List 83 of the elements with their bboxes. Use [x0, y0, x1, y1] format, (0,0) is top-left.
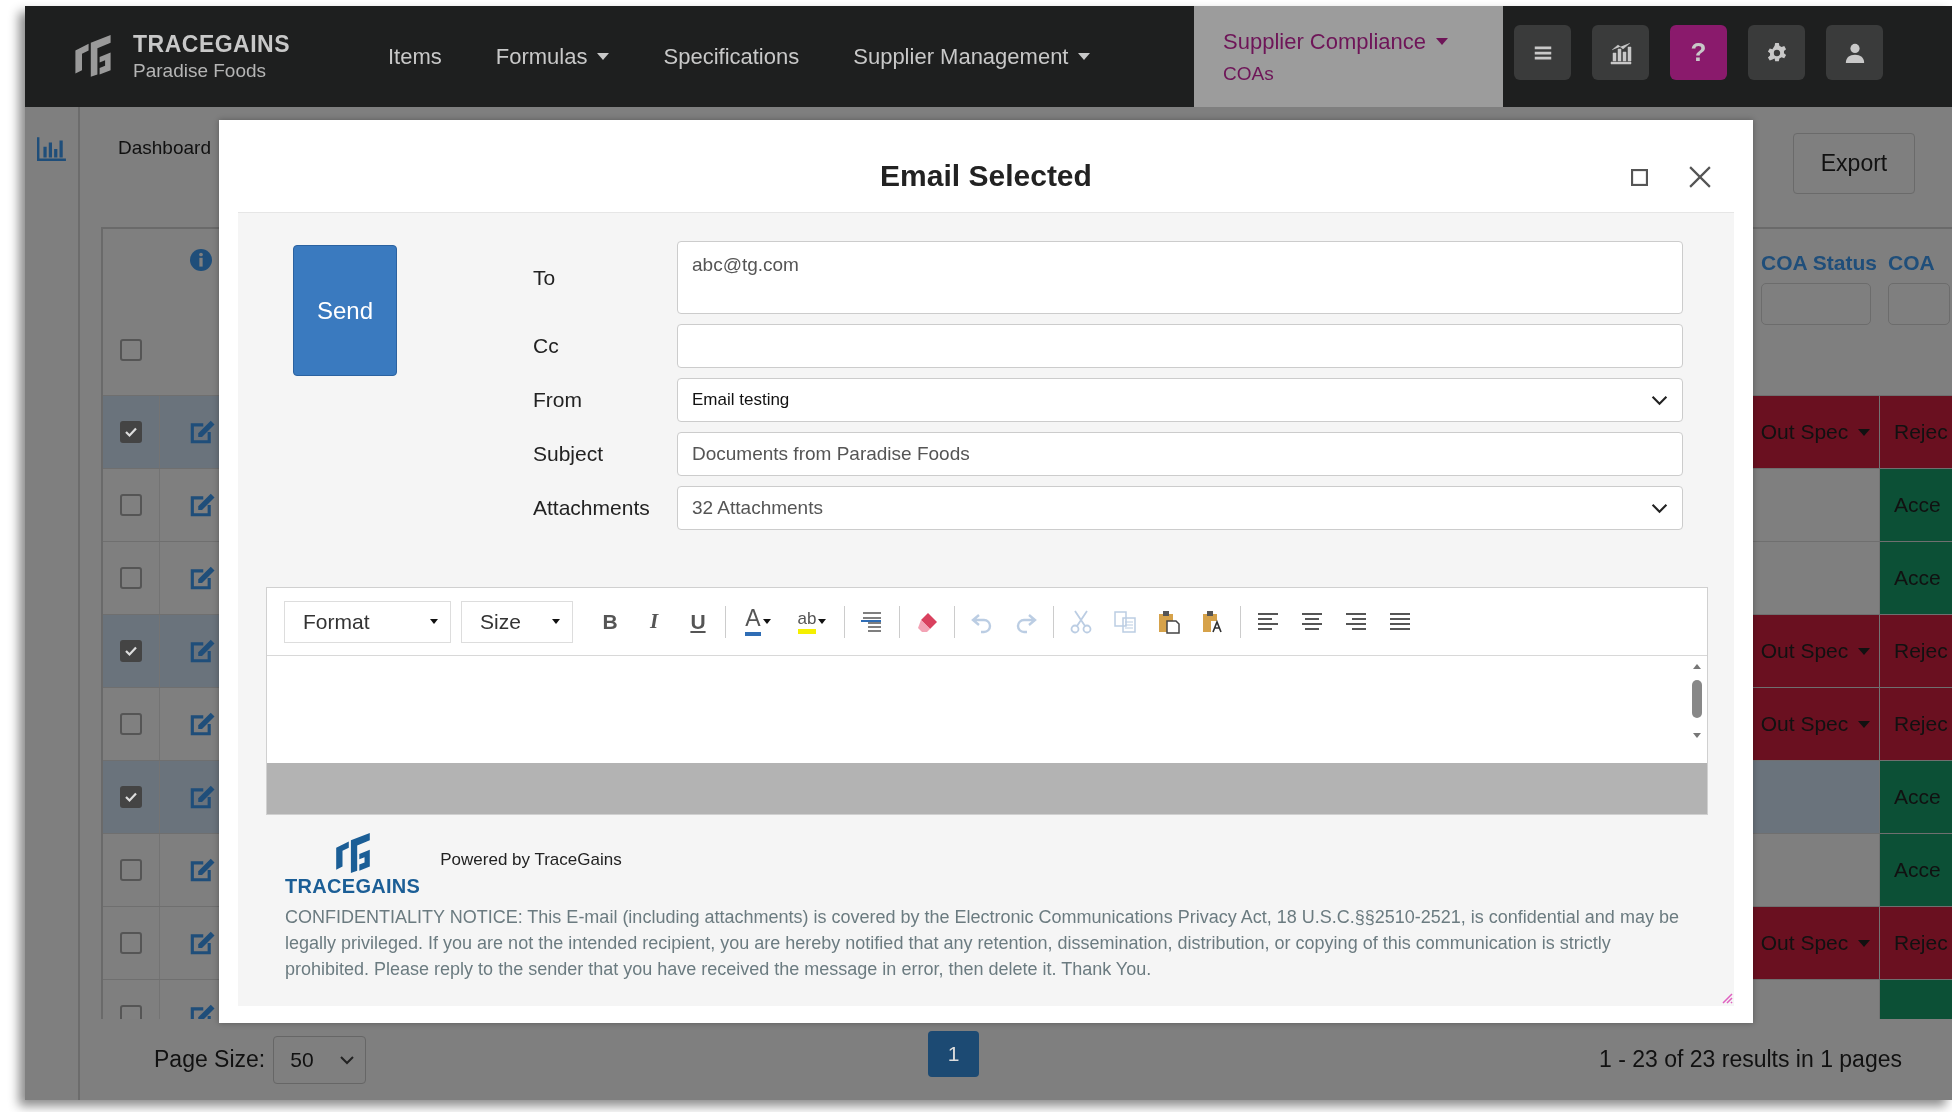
breadcrumb[interactable]: Dashboard	[118, 137, 211, 159]
chevron-down-icon	[339, 1054, 356, 1065]
checkbox[interactable]	[120, 786, 142, 808]
coa-result: Acce	[1894, 858, 1941, 882]
nav-menu-item[interactable]: Supplier Management	[853, 43, 1091, 70]
coa-result: Acce	[1894, 493, 1941, 517]
nav-menu-item[interactable]: Specifications	[663, 43, 800, 70]
clipboard-icon[interactable]	[1201, 609, 1225, 634]
dialog-title: Email Selected	[880, 158, 1092, 193]
caret-icon	[430, 619, 438, 624]
settings-icon	[1765, 41, 1788, 64]
user-button[interactable]	[1826, 25, 1883, 80]
help-button[interactable]: ?	[1670, 25, 1727, 80]
chevron-down-icon	[1651, 502, 1668, 514]
text-color-button[interactable]: A	[736, 603, 780, 640]
coa-result: Rejec	[1894, 931, 1948, 955]
checkbox[interactable]	[120, 339, 142, 361]
send-button[interactable]: Send	[293, 245, 397, 376]
caret-icon	[762, 619, 771, 624]
text-field[interactable]: Documents from Paradise Foods	[677, 432, 1683, 476]
organization-name: Paradise Foods	[133, 60, 268, 82]
bold-button[interactable]: B	[593, 603, 627, 640]
user-icon	[1843, 41, 1866, 64]
caret-icon	[552, 619, 560, 624]
field-label: Attachments	[533, 496, 651, 520]
settings-button[interactable]	[1748, 25, 1805, 80]
caret-icon	[818, 619, 827, 624]
checkbox[interactable]	[120, 640, 142, 662]
close-icon[interactable]	[1689, 166, 1711, 188]
brand-name: TRACEGAINS	[133, 31, 291, 58]
highlight-button[interactable]: ab	[790, 603, 834, 640]
coa-result: Acce	[1894, 785, 1941, 809]
toolbar-dropdown[interactable]: Size	[461, 600, 573, 643]
caret-icon	[1858, 939, 1871, 947]
checkbox[interactable]	[120, 932, 142, 954]
powered-by-text: Powered by TraceGains	[440, 849, 622, 870]
checkbox[interactable]	[120, 494, 142, 516]
resize-handle[interactable]	[1721, 992, 1733, 1004]
results-summary: 1 - 23 of 23 results in 1 pages	[1598, 1046, 1902, 1073]
checkbox[interactable]	[120, 567, 142, 589]
maximize-icon[interactable]	[1631, 169, 1648, 186]
nav-menu-item[interactable]: Formulas	[495, 43, 610, 70]
checkbox[interactable]	[120, 859, 142, 881]
chart-icon	[1608, 40, 1633, 65]
coa-result: Rejec	[1894, 639, 1948, 663]
caret-icon	[1858, 720, 1871, 728]
recipient-field[interactable]: abc@tg.com	[677, 241, 1683, 314]
caret-icon	[597, 53, 610, 60]
page-size-select[interactable]: 50	[273, 1035, 367, 1084]
chart-button[interactable]	[1592, 25, 1649, 80]
page-button[interactable]: 1	[928, 1031, 979, 1077]
caret-icon	[1858, 428, 1871, 436]
clipboard-icon[interactable]	[1157, 609, 1181, 634]
brand-name: TRACEGAINS	[285, 875, 421, 898]
export-button[interactable]: Export	[1793, 133, 1915, 194]
toolbar-dropdown[interactable]: Format	[284, 600, 451, 643]
caret-icon	[1436, 38, 1448, 45]
field-label: Cc	[533, 334, 560, 358]
chevron-down-icon	[1651, 394, 1668, 406]
checkbox[interactable]	[120, 421, 142, 443]
checkbox[interactable]	[120, 713, 142, 735]
nav-submenu-item[interactable]: COAs	[1223, 62, 1503, 85]
nav-menu-item[interactable]: Items	[388, 43, 442, 70]
select-field[interactable]: Email testing	[677, 378, 1683, 422]
page-size-label: Page Size:	[154, 1046, 266, 1073]
field-label: To	[533, 265, 557, 290]
coa-result: Rejec	[1894, 420, 1948, 444]
coa-result: Rejec	[1894, 712, 1948, 736]
coa-result: Acce	[1894, 566, 1941, 590]
nav-menu-item[interactable]: Supplier Compliance	[1223, 28, 1503, 55]
select-field[interactable]: 32 Attachments	[677, 486, 1683, 530]
field-label: Subject	[533, 442, 605, 466]
menu-button[interactable]	[1514, 25, 1571, 80]
line-spacing-icon[interactable]	[860, 609, 884, 634]
caret-icon	[1858, 647, 1871, 655]
caret-icon	[1078, 53, 1091, 60]
field-label: From	[533, 388, 583, 412]
text-field[interactable]	[677, 324, 1683, 368]
confidentiality-notice: CONFIDENTIALITY NOTICE: This E-mail (including attachments) is covered by the Electronic Communications Privacy Act, 18 U.S.C.§§2510-2521, is confidential and may be legally privileged. If you are not the intended recipient, you are hereby notified that any retention, dissemination, distribution, or copying of this communication is strictly prohibited. Please reply to the sender that you have received the message in error, then delete it. Thank You.	[285, 906, 1680, 981]
info-icon	[190, 249, 212, 271]
underline-button[interactable]: U	[681, 603, 715, 640]
italic-button[interactable]: I	[637, 603, 671, 640]
chart-icon[interactable]	[36, 136, 67, 162]
